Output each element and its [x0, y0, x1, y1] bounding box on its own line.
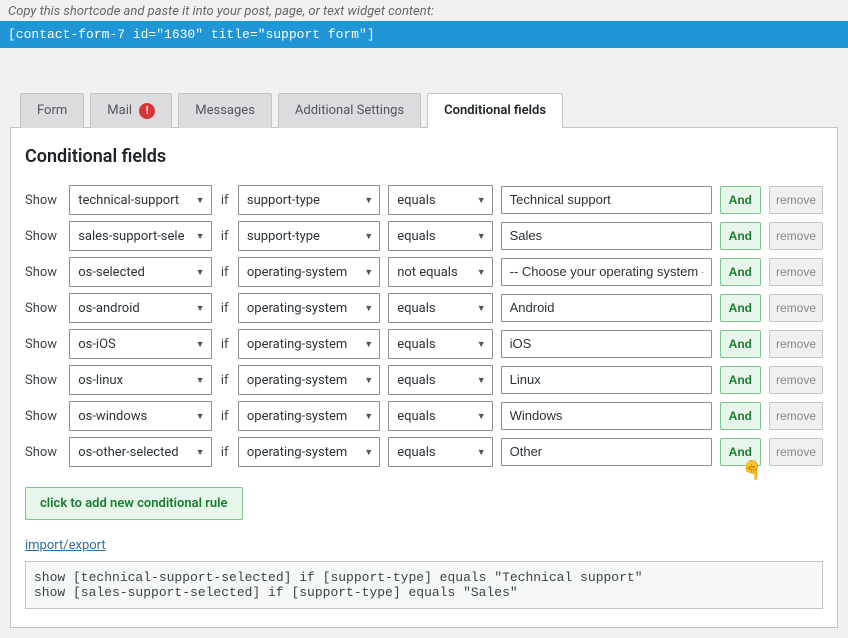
tab-additional-settings[interactable]: Additional Settings — [278, 93, 421, 128]
operator-select[interactable]: equals — [388, 329, 492, 359]
tab-conditional-fields[interactable]: Conditional fields — [427, 93, 563, 128]
value-input[interactable] — [501, 438, 712, 466]
and-button[interactable]: And — [720, 366, 761, 394]
operator-select[interactable]: equals — [388, 185, 492, 215]
and-button[interactable]: And — [720, 186, 761, 214]
tab-form[interactable]: Form — [20, 93, 84, 128]
import-export-link[interactable]: import/export — [25, 538, 106, 553]
show-label: Show — [25, 265, 61, 280]
value-input[interactable] — [501, 294, 712, 322]
show-label: Show — [25, 301, 61, 316]
remove-button[interactable]: remove — [769, 186, 823, 214]
operator-select[interactable]: equals — [388, 221, 492, 251]
rule-row: Show os-windows if operating-system equals An… — [25, 401, 823, 431]
remove-button[interactable]: remove — [769, 258, 823, 286]
export-box[interactable]: show [technical-support-selected] if [su… — [25, 561, 823, 609]
remove-button[interactable]: remove — [769, 402, 823, 430]
if-label: if — [220, 409, 230, 424]
operator-select[interactable]: equals — [388, 437, 492, 467]
conditional-panel: Conditional fields Show technical-support… — [10, 128, 838, 628]
if-label: if — [220, 301, 230, 316]
operator-select[interactable]: equals — [388, 293, 492, 323]
remove-button[interactable]: remove — [769, 294, 823, 322]
add-conditional-rule-button[interactable]: click to add new conditional rule — [25, 487, 243, 520]
remove-button[interactable]: remove — [769, 330, 823, 358]
shortcode-hint: Copy this shortcode and paste it into yo… — [0, 0, 848, 21]
field-select[interactable]: support-type — [238, 185, 380, 215]
value-input[interactable] — [501, 366, 712, 394]
and-button[interactable]: And — [720, 258, 761, 286]
field-select[interactable]: operating-system — [238, 257, 380, 287]
tab-bar: Form Mail ! Messages Additional Settings… — [10, 92, 838, 128]
rule-row: Show os-other-selected if operating-system e… — [25, 437, 823, 467]
show-label: Show — [25, 229, 61, 244]
show-label: Show — [25, 373, 61, 388]
tab-messages[interactable]: Messages — [178, 93, 272, 128]
if-label: if — [220, 229, 230, 244]
field-select[interactable]: operating-system — [238, 401, 380, 431]
operator-select[interactable]: equals — [388, 365, 492, 395]
rule-row: Show os-selected if operating-system not equ… — [25, 257, 823, 287]
value-input[interactable] — [501, 222, 712, 250]
section-title: Conditional fields — [25, 146, 823, 167]
remove-button[interactable]: remove — [769, 438, 823, 466]
group-select[interactable]: os-selected — [69, 257, 211, 287]
tab-mail[interactable]: Mail ! — [90, 93, 172, 128]
rule-row: Show os-linux if operating-system equals Andr… — [25, 365, 823, 395]
shortcode-bar: [contact-form-7 id="1630" title="support… — [0, 21, 848, 48]
tab-mail-label: Mail — [107, 103, 132, 118]
alert-icon: ! — [139, 103, 155, 119]
group-select[interactable]: os-other-selected — [69, 437, 211, 467]
rule-row: Show os-android if operating-system equals An… — [25, 293, 823, 323]
operator-select[interactable]: equals — [388, 401, 492, 431]
if-label: if — [220, 337, 230, 352]
value-input[interactable] — [501, 186, 712, 214]
rule-row: Show technical-support if support-type equal… — [25, 185, 823, 215]
show-label: Show — [25, 337, 61, 352]
and-button[interactable]: And — [720, 294, 761, 322]
show-label: Show — [25, 409, 61, 424]
cursor-icon: ☝ — [741, 459, 763, 480]
group-select[interactable]: technical-support — [69, 185, 211, 215]
show-label: Show — [25, 445, 61, 460]
field-select[interactable]: operating-system — [238, 329, 380, 359]
field-select[interactable]: operating-system — [238, 365, 380, 395]
group-select[interactable]: os-android — [69, 293, 211, 323]
rule-row: Show os-iOS if operating-system equals Andrem… — [25, 329, 823, 359]
and-button[interactable]: And — [720, 402, 761, 430]
remove-button[interactable]: remove — [769, 222, 823, 250]
show-label: Show — [25, 193, 61, 208]
and-button[interactable]: And — [720, 222, 761, 250]
value-input[interactable] — [501, 330, 712, 358]
if-label: if — [220, 265, 230, 280]
value-input[interactable] — [501, 402, 712, 430]
group-select[interactable]: os-windows — [69, 401, 211, 431]
group-select[interactable]: os-linux — [69, 365, 211, 395]
field-select[interactable]: support-type — [238, 221, 380, 251]
value-input[interactable] — [501, 258, 712, 286]
if-label: if — [220, 373, 230, 388]
rule-row: Show sales-support-sele if support-type equa… — [25, 221, 823, 251]
operator-select[interactable]: not equals — [388, 257, 492, 287]
and-button[interactable]: And — [720, 330, 761, 358]
group-select[interactable]: sales-support-sele — [69, 221, 211, 251]
remove-button[interactable]: remove — [769, 366, 823, 394]
if-label: if — [220, 193, 230, 208]
field-select[interactable]: operating-system — [238, 437, 380, 467]
if-label: if — [220, 445, 230, 460]
field-select[interactable]: operating-system — [238, 293, 380, 323]
group-select[interactable]: os-iOS — [69, 329, 211, 359]
